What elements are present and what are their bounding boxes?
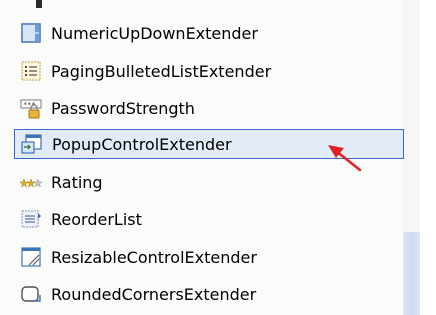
reorder-list-icon: [21, 210, 41, 228]
toolbox-item-popup-control-extender[interactable]: PopupControlExtender: [14, 129, 404, 159]
toolbox-item-label: ReorderList: [51, 209, 142, 229]
toolbox-item-rating[interactable]: Rating: [14, 167, 404, 197]
toolbox-item-label: PopupControlExtender: [52, 134, 232, 154]
toolbox-item-password-strength[interactable]: *** PasswordStrength: [14, 93, 404, 123]
toolbox-item-rounded-corners-extender[interactable]: RoundedCornersExtender: [14, 279, 404, 309]
toolbox-item-label: PasswordStrength: [51, 98, 195, 118]
resizable-control-icon: [21, 247, 41, 267]
rating-stars-icon: [20, 178, 42, 188]
toolbox-item-resizable-control-extender[interactable]: ResizableControlExtender: [14, 242, 404, 272]
bulleted-list-icon: [21, 61, 41, 81]
password-strength-icon: ***: [20, 99, 42, 119]
toolbox-item-label: PagingBulletedListExtender: [51, 61, 272, 81]
toolbox-item-label: Rating: [51, 172, 103, 192]
numeric-updown-icon: [21, 23, 41, 43]
toolbox-item-paging-bulleted-list-extender[interactable]: PagingBulletedListExtender: [14, 56, 404, 86]
scrollbar-thumb[interactable]: [403, 232, 420, 315]
panel-right-margin: [420, 0, 436, 315]
rounded-corners-icon: [21, 286, 41, 302]
toolbox-item-reorder-list[interactable]: ReorderList: [14, 204, 404, 234]
partial-item-icon: [36, 0, 42, 8]
toolbox-item-numeric-updown-extender[interactable]: NumericUpDownExtender: [14, 18, 404, 48]
toolbox-item-label: NumericUpDownExtender: [51, 23, 258, 43]
popup-control-icon: [21, 134, 42, 154]
toolbox-item-label: ResizableControlExtender: [51, 247, 257, 267]
screenshot-page: NumericUpDownExtender PagingBulletedList…: [0, 0, 436, 315]
toolbox-item-label: RoundedCornersExtender: [51, 284, 257, 304]
